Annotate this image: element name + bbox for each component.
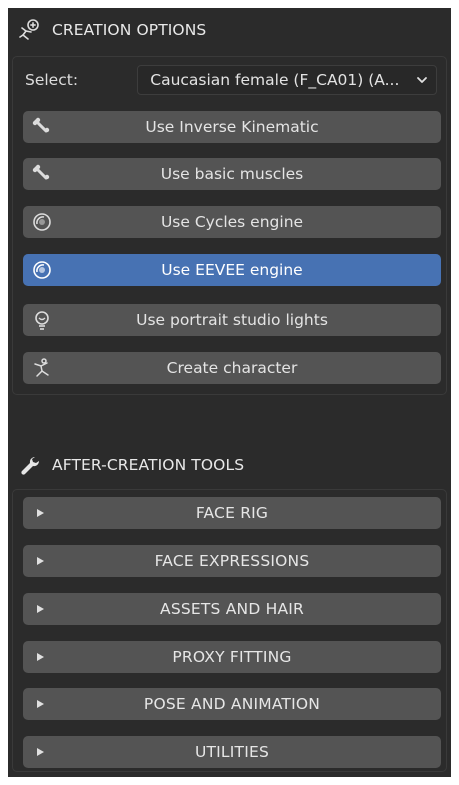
creation-options-header[interactable]: CREATION OPTIONS xyxy=(8,8,451,52)
use-basic-muscles-label: Use basic muscles xyxy=(160,165,304,183)
subpanel-face-expressions-label: FACE EXPRESSIONS xyxy=(154,552,310,570)
after-creation-tools-title: AFTER-CREATION TOOLS xyxy=(52,456,245,474)
subpanel-face-rig-label: FACE RIG xyxy=(195,504,269,522)
wrench-icon xyxy=(19,454,41,476)
creation-options-title: CREATION OPTIONS xyxy=(52,21,207,39)
use-cycles-engine-label: Use Cycles engine xyxy=(160,213,304,231)
subpanel-pose-and-animation[interactable]: POSE AND ANIMATION xyxy=(23,688,441,720)
subpanel-assets-and-hair-label: ASSETS AND HAIR xyxy=(160,600,304,618)
use-eevee-engine-label: Use EEVEE engine xyxy=(161,261,303,279)
character-dropdown[interactable]: Caucasian female (F_CA01) (A... xyxy=(137,65,437,95)
use-inverse-kinematic-button[interactable]: Use Inverse Kinematic xyxy=(23,111,441,143)
addon-panel: CREATION OPTIONS Select: Caucasian femal… xyxy=(8,8,451,777)
after-creation-tools-box xyxy=(12,489,447,772)
add-character-icon xyxy=(19,19,41,41)
select-label: Select: xyxy=(25,71,79,89)
subpanel-face-expressions[interactable]: FACE EXPRESSIONS xyxy=(23,545,441,577)
character-select-row: Select: Caucasian female (F_CA01) (A... xyxy=(25,65,437,95)
subpanel-proxy-fitting[interactable]: PROXY FITTING xyxy=(23,641,441,673)
subpanel-utilities-label: UTILITIES xyxy=(194,743,270,761)
create-character-label: Create character xyxy=(166,359,298,377)
character-dropdown-value: Caucasian female (F_CA01) (A... xyxy=(150,71,400,89)
create-character-button[interactable]: Create character xyxy=(23,352,441,384)
use-portrait-studio-lights-button[interactable]: Use portrait studio lights xyxy=(23,304,441,336)
subpanel-pose-and-animation-label: POSE AND ANIMATION xyxy=(143,695,321,713)
subpanel-assets-and-hair[interactable]: ASSETS AND HAIR xyxy=(23,593,441,625)
after-creation-tools-header[interactable]: AFTER-CREATION TOOLS xyxy=(8,443,451,487)
use-portrait-studio-lights-label: Use portrait studio lights xyxy=(136,311,328,329)
chevron-down-icon xyxy=(416,74,428,86)
use-inverse-kinematic-label: Use Inverse Kinematic xyxy=(145,118,319,136)
subpanel-proxy-fitting-label: PROXY FITTING xyxy=(172,648,292,666)
use-eevee-engine-button[interactable]: Use EEVEE engine xyxy=(23,254,441,286)
subpanel-face-rig[interactable]: FACE RIG xyxy=(23,497,441,529)
subpanel-utilities[interactable]: UTILITIES xyxy=(23,736,441,768)
use-cycles-engine-button[interactable]: Use Cycles engine xyxy=(23,206,441,238)
use-basic-muscles-button[interactable]: Use basic muscles xyxy=(23,158,441,190)
